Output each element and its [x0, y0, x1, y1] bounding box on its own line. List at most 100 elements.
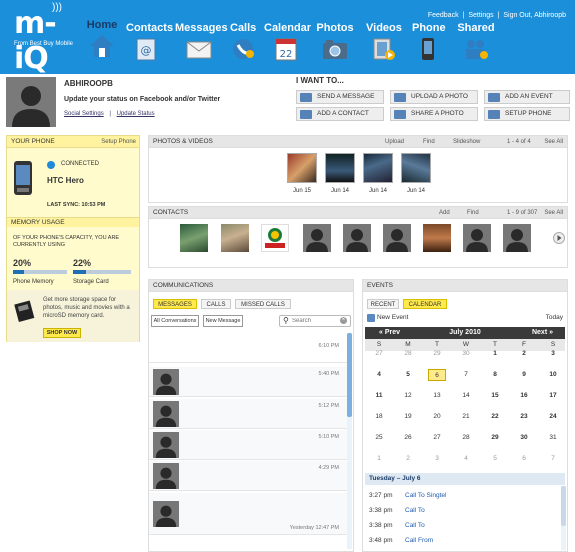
search-input[interactable]: [292, 316, 336, 326]
calendar-day[interactable]: 17: [544, 390, 562, 402]
calendar-day[interactable]: 5: [399, 369, 417, 381]
next-arrow-icon[interactable]: [553, 232, 565, 244]
tab-missed-calls[interactable]: MISSED CALLS: [235, 299, 291, 309]
person-silhouette-icon[interactable]: [503, 224, 531, 252]
add-contact-link[interactable]: Add: [439, 207, 450, 219]
nav-videos[interactable]: Videos: [366, 22, 402, 61]
calendar-day[interactable]: 10: [544, 369, 562, 381]
tab-recent[interactable]: RECENT: [367, 299, 399, 309]
list-item[interactable]: Yesterday 12:47 PM: [149, 493, 349, 535]
signout-link[interactable]: Sign Out, Abhiroopb: [503, 12, 566, 19]
calendar-day[interactable]: 11: [370, 390, 388, 402]
calendar-day[interactable]: 25: [370, 432, 388, 444]
nav-messages[interactable]: Messages: [175, 22, 228, 61]
calendar-day[interactable]: 2: [515, 348, 533, 360]
list-item[interactable]: 5:12 PM: [149, 399, 349, 429]
update-status-link[interactable]: Update Status: [117, 111, 155, 117]
see-all-link[interactable]: See All: [544, 136, 563, 148]
nav-shared[interactable]: Shared: [456, 22, 496, 61]
calendar-day[interactable]: 15: [486, 390, 504, 402]
calendar-day[interactable]: 19: [399, 411, 417, 423]
calendar-day[interactable]: 13: [428, 390, 446, 402]
logo[interactable]: m-iQ ))) From Best Buy Mobile: [12, 2, 82, 76]
list-item[interactable]: 5:40 PM: [149, 367, 349, 397]
calendar-day[interactable]: 9: [515, 369, 533, 381]
person-silhouette-icon[interactable]: [463, 224, 491, 252]
calendar-day[interactable]: 6: [428, 369, 446, 381]
calendar-day[interactable]: 1: [486, 348, 504, 360]
contact-photo[interactable]: [221, 224, 249, 252]
person-silhouette-icon[interactable]: [303, 224, 331, 252]
new-message-button[interactable]: New Message: [203, 315, 243, 327]
scrollbar[interactable]: [347, 333, 352, 549]
list-item[interactable]: 5:10 PM: [149, 430, 349, 460]
new-event-link[interactable]: New Event: [377, 314, 408, 321]
nav-photos[interactable]: Photos: [316, 22, 354, 61]
calendar-day[interactable]: 16: [515, 390, 533, 402]
calendar-day[interactable]: 27: [428, 432, 446, 444]
tab-calls[interactable]: CALLS: [201, 299, 231, 309]
contact-photo[interactable]: [180, 224, 208, 252]
photo-thumbnail[interactable]: [363, 153, 393, 183]
nav-calls[interactable]: Calls: [230, 22, 256, 61]
photo-thumbnail[interactable]: [287, 153, 317, 183]
all-conversations-button[interactable]: All Conversations: [151, 315, 199, 327]
calendar-day[interactable]: 24: [544, 411, 562, 423]
avatar[interactable]: [6, 77, 56, 127]
calendar-day[interactable]: 18: [370, 411, 388, 423]
calendar-day[interactable]: 8: [486, 369, 504, 381]
calendar-day[interactable]: 29: [428, 348, 446, 360]
calendar-day[interactable]: 31: [544, 432, 562, 444]
calendar-day[interactable]: 4: [370, 369, 388, 381]
nav-contacts[interactable]: Contacts @: [126, 22, 173, 61]
person-silhouette-icon[interactable]: [383, 224, 411, 252]
search-box[interactable]: ⚲ ×: [279, 315, 351, 327]
calendar-day[interactable]: 4: [457, 453, 475, 465]
share-photo-button[interactable]: SHARE A PHOTO: [390, 107, 478, 121]
find-link[interactable]: Find: [423, 136, 435, 148]
contact-photo[interactable]: [261, 224, 289, 252]
list-item[interactable]: 6:10 PM: [149, 333, 349, 363]
tab-calendar[interactable]: CALENDAR: [403, 299, 447, 309]
calendar-day[interactable]: 20: [428, 411, 446, 423]
scrollbar-thumb[interactable]: [561, 486, 566, 526]
settings-link[interactable]: Settings: [468, 12, 493, 19]
see-all-link[interactable]: See All: [544, 207, 563, 219]
add-event-button[interactable]: ADD AN EVENT: [484, 90, 570, 104]
setup-phone-link[interactable]: Setup Phone: [101, 136, 136, 148]
calendar-day[interactable]: 27: [370, 348, 388, 360]
event-desc[interactable]: Call To: [405, 507, 425, 514]
add-contact-button[interactable]: ADD A CONTACT: [296, 107, 384, 121]
social-settings-link[interactable]: Social Settings: [64, 111, 104, 117]
calendar-day[interactable]: 5: [486, 453, 504, 465]
find-link[interactable]: Find: [467, 207, 479, 219]
calendar-day[interactable]: 30: [457, 348, 475, 360]
calendar-day[interactable]: 28: [399, 348, 417, 360]
shop-now-button[interactable]: SHOP NOW: [43, 328, 81, 338]
contact-photo[interactable]: [423, 224, 451, 252]
nav-home[interactable]: Home: [78, 17, 126, 60]
scrollbar-thumb[interactable]: [347, 333, 352, 417]
feedback-link[interactable]: Feedback: [428, 12, 459, 19]
calendar-day[interactable]: 3: [428, 453, 446, 465]
calendar-day[interactable]: 1: [370, 453, 388, 465]
scrollbar[interactable]: [561, 486, 566, 550]
calendar-day[interactable]: 12: [399, 390, 417, 402]
person-silhouette-icon[interactable]: [343, 224, 371, 252]
next-month-button[interactable]: Next »: [532, 327, 553, 339]
calendar-day[interactable]: 3: [544, 348, 562, 360]
status-prompt[interactable]: Update your status on Facebook and/or Tw…: [64, 96, 220, 103]
tab-messages[interactable]: MESSAGES: [153, 299, 197, 309]
event-desc[interactable]: Call To: [405, 522, 425, 529]
photo-thumbnail[interactable]: [401, 153, 431, 183]
calendar-day[interactable]: 6: [515, 453, 533, 465]
calendar-day[interactable]: 21: [457, 411, 475, 423]
nav-calendar[interactable]: Calendar 22: [264, 22, 311, 61]
calendar-day[interactable]: 7: [544, 453, 562, 465]
calendar-day[interactable]: 26: [399, 432, 417, 444]
nav-phone[interactable]: Phone: [412, 22, 446, 61]
calendar-day[interactable]: 7: [457, 369, 475, 381]
calendar-day[interactable]: 14: [457, 390, 475, 402]
list-item[interactable]: 4:29 PM: [149, 461, 349, 491]
calendar-day[interactable]: 22: [486, 411, 504, 423]
